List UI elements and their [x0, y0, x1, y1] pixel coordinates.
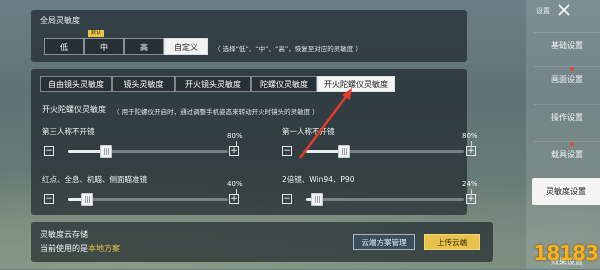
upload-cloud-button[interactable]: 上传云端 — [424, 234, 480, 250]
slider-track-red-dot[interactable] — [68, 193, 228, 206]
slider-track-tpp-no-scope[interactable] — [68, 145, 228, 158]
watermark-logo: 18183 — [533, 241, 599, 265]
global-sensitivity-title: 全局灵敏度 — [40, 16, 80, 25]
tab-camera[interactable]: 镜头灵敏度 — [112, 76, 175, 92]
cloud-current-prefix: 当前使用的是 — [40, 244, 88, 253]
sidebar-item-display[interactable]: 画面设置 — [534, 66, 600, 93]
decrease-button[interactable]: − — [44, 146, 54, 156]
slider-label-red-dot: 红点、全息、机瞄、侧面瞄准镜 — [42, 175, 147, 184]
notification-dot — [570, 142, 574, 146]
slider-value-red-dot: 40% — [227, 180, 243, 188]
tab-fire-camera[interactable]: 开火镜头灵敏度 — [175, 76, 251, 92]
decrease-button[interactable]: − — [44, 194, 54, 204]
notification-dot — [570, 67, 574, 71]
option-medium[interactable]: 中 — [84, 38, 124, 55]
slider-value-2x-scope: 24% — [462, 180, 478, 188]
decrease-button[interactable]: − — [282, 146, 292, 156]
sidebar-item-sensitivity[interactable]: 灵敏度设置 — [532, 178, 600, 205]
slider-label-tpp-no-scope: 第三人称不开镜 — [42, 127, 95, 136]
increase-button[interactable]: + — [229, 194, 239, 204]
option-low[interactable]: 低 — [44, 38, 84, 55]
slider-handle[interactable] — [81, 193, 94, 206]
slider-handle[interactable] — [100, 145, 113, 158]
default-badge: 默认 — [88, 30, 105, 37]
decrease-button[interactable]: − — [282, 194, 292, 204]
section-description: （ 用于陀螺仪开启时，通过调整手机姿态来转动开火时镜头的灵敏度 ） — [113, 108, 319, 116]
sidebar-item-controls[interactable]: 操作设置 — [534, 104, 600, 131]
option-custom[interactable]: 自定义 — [164, 38, 208, 55]
close-icon[interactable] — [556, 2, 572, 18]
global-sensitivity-hint: （ 选择“低”、“中”、“高”，恢复至对应的灵敏度 ） — [214, 45, 362, 53]
annotation-arrow — [299, 88, 352, 159]
global-sensitivity-options: 低 中 高 自定义 — [44, 38, 208, 55]
sidebar-item-vehicle[interactable]: 载具设置 — [534, 141, 600, 168]
increase-button[interactable]: + — [229, 146, 239, 156]
increase-button[interactable]: + — [466, 146, 476, 156]
cloud-storage-title: 灵敏度云存储 — [40, 230, 88, 239]
increase-button[interactable]: + — [466, 194, 476, 204]
cloud-plan-name: 本地方案 — [88, 244, 120, 253]
slider-track-2x-scope[interactable] — [306, 193, 464, 206]
tab-free-camera[interactable]: 自由镜头灵敏度 — [40, 76, 112, 92]
slider-handle[interactable] — [311, 193, 324, 206]
slider-value-tpp-no-scope: 80% — [227, 132, 243, 140]
settings-header: 设置 — [536, 7, 550, 15]
slider-label-2x-scope: 2倍镜、Win94、P90 — [282, 175, 355, 184]
option-high[interactable]: 高 — [124, 38, 164, 55]
slider-value-fpp-no-scope: 80% — [462, 132, 478, 140]
cloud-plan-manage-button[interactable]: 云端方案管理 — [353, 234, 415, 250]
cloud-current-plan: 当前使用的是本地方案 — [40, 243, 120, 254]
section-title: 开火陀螺仪灵敏度 — [42, 105, 106, 114]
sidebar-item-basic[interactable]: 基础设置 — [534, 32, 600, 59]
